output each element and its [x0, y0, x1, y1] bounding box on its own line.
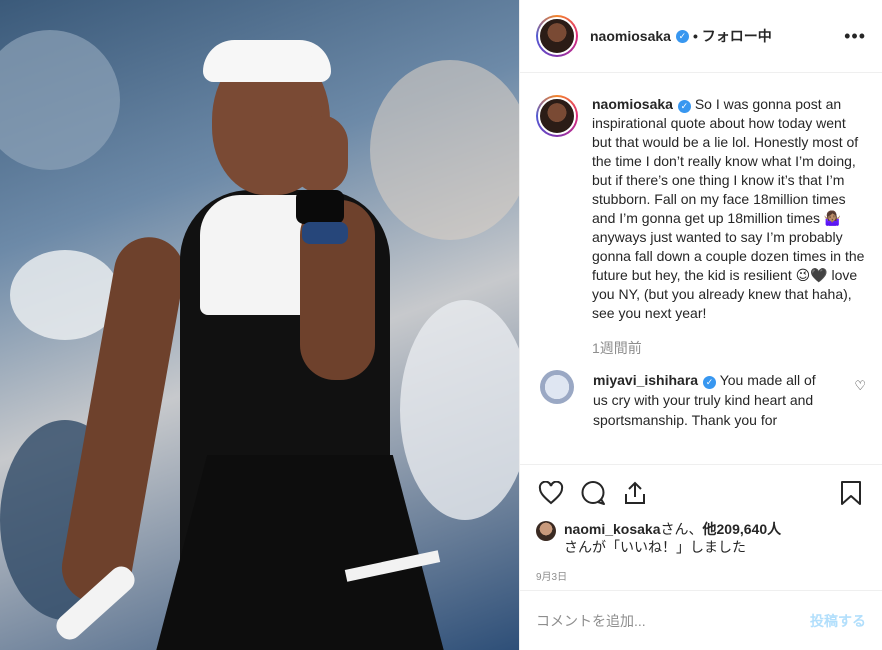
caption-body: naomiosaka ✓ So I was gonna post an inspi…	[592, 95, 866, 358]
author-username[interactable]: naomiosaka ✓	[590, 28, 689, 44]
likes-count[interactable]: 他209,640人	[703, 521, 782, 537]
caption-username[interactable]: naomiosaka	[592, 96, 673, 112]
comments-area[interactable]: naomiosaka ✓ So I was gonna post an inspi…	[520, 73, 882, 464]
caption-avatar[interactable]	[536, 95, 578, 137]
follow-status[interactable]: • フォロー中	[693, 26, 772, 46]
post-date[interactable]: 9月3日	[520, 556, 882, 590]
caption-text: So I was gonna post an inspirational quo…	[592, 96, 865, 321]
player-visor	[203, 40, 331, 82]
instagram-post: naomiosaka ✓ • フォロー中 ••• naomiosaka ✓ So …	[0, 0, 882, 650]
comment-item: miyavi_ishihara ✓ You made all of us cry …	[536, 370, 866, 430]
verified-badge-icon: ✓	[675, 29, 689, 43]
crowd-blur	[370, 60, 519, 240]
commenter-username[interactable]: miyavi_ishihara	[593, 372, 698, 388]
bookmark-icon[interactable]	[836, 478, 866, 508]
crowd-blur	[400, 300, 519, 520]
post-side-panel: naomiosaka ✓ • フォロー中 ••• naomiosaka ✓ So …	[519, 0, 882, 650]
author-username-text[interactable]: naomiosaka	[590, 28, 671, 44]
crowd-blur	[0, 30, 120, 170]
comment-body: miyavi_ishihara ✓ You made all of us cry …	[593, 370, 833, 430]
like-heart-icon[interactable]	[536, 478, 566, 508]
like-comment-heart-icon[interactable]: ♡	[854, 378, 866, 394]
post-photo[interactable]	[0, 0, 519, 650]
verified-badge-icon: ✓	[677, 100, 691, 113]
likes-text: naomi_kosakaさん、他209,640人 さんが「いいね！」しました	[564, 520, 781, 556]
more-icon[interactable]: •••	[844, 26, 866, 47]
caption-time[interactable]: 1週間前	[592, 339, 866, 358]
likes-summary: naomi_kosakaさん、他209,640人 さんが「いいね！」しました	[520, 520, 882, 556]
comment-bubble-icon[interactable]	[578, 478, 608, 508]
comment-composer: 投稿する	[520, 590, 882, 650]
share-icon[interactable]	[620, 478, 650, 508]
verified-badge-icon: ✓	[703, 375, 717, 389]
player-fist	[292, 115, 348, 193]
author-avatar[interactable]	[536, 15, 578, 57]
commenter-avatar[interactable]	[540, 370, 574, 404]
likes-line2: さんが「いいね！」しました	[564, 539, 746, 555]
action-bar	[520, 464, 882, 520]
post-comment-button[interactable]: 投稿する	[810, 611, 866, 631]
comment-input[interactable]	[536, 612, 810, 629]
player-wristband	[296, 190, 344, 224]
liker-avatar[interactable]	[536, 521, 556, 541]
post-header: naomiosaka ✓ • フォロー中 •••	[520, 0, 882, 73]
player-watch	[302, 222, 348, 244]
likes-suffix: さん、	[660, 521, 703, 537]
caption: naomiosaka ✓ So I was gonna post an inspi…	[536, 95, 866, 358]
liker-username[interactable]: naomi_kosaka	[564, 521, 661, 537]
